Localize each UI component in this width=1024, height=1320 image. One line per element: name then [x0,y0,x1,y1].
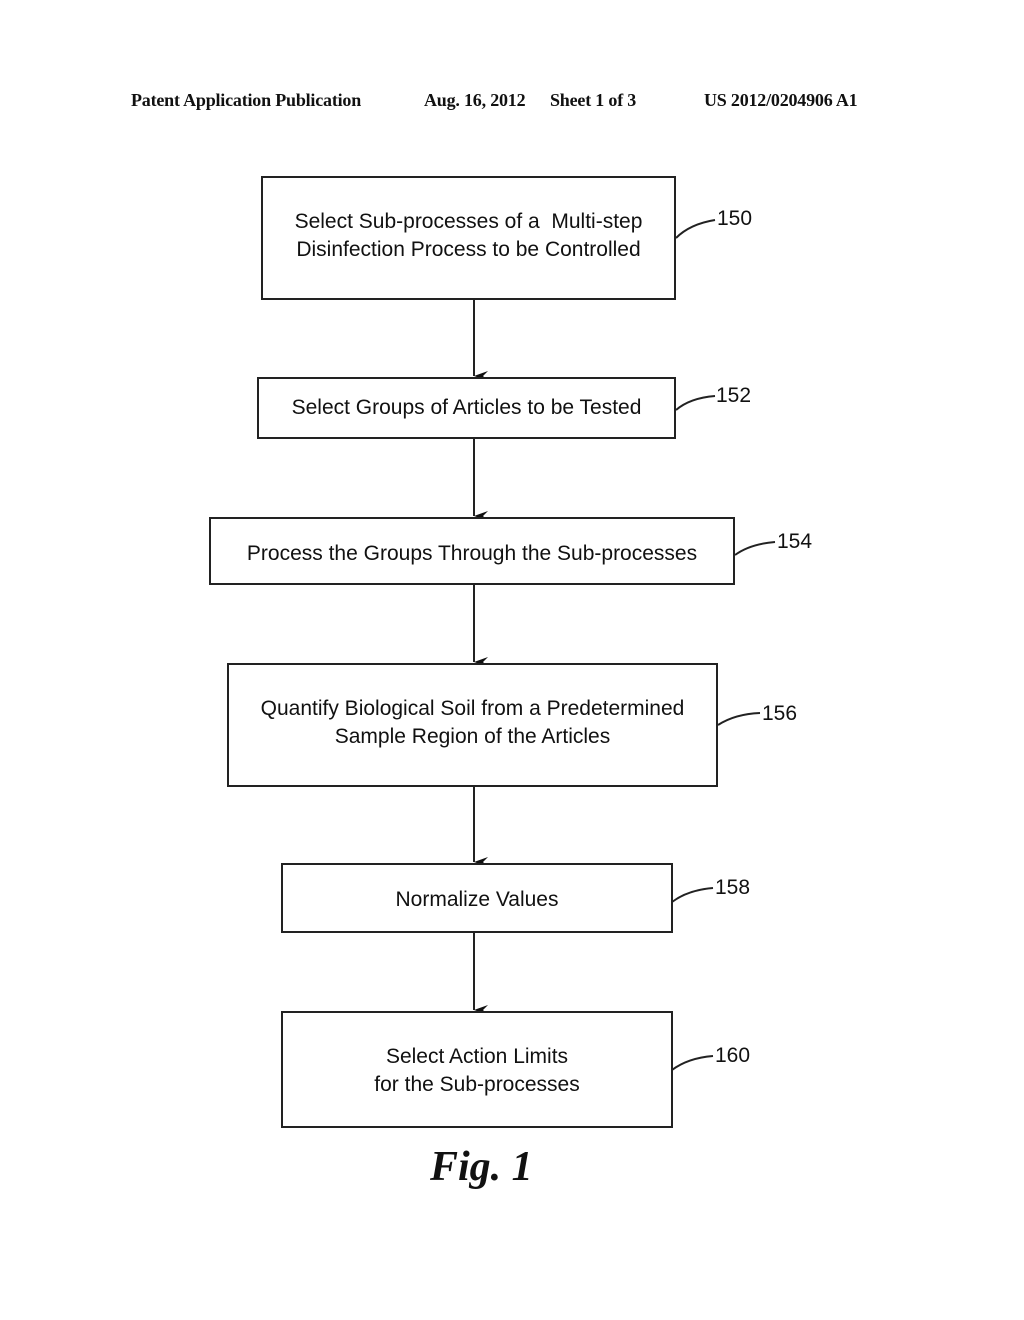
step-160-box: Select Action Limits for the Sub-process… [281,1011,673,1128]
step-154-ref: 154 [777,530,813,553]
step-158-text: Normalize Values [395,888,559,911]
leader-150 [675,219,716,239]
leader-158 [671,887,714,903]
leader-156 [717,712,761,726]
step-160-text: Select Action Limits for the Sub-process… [374,1045,580,1096]
step-156-ref: 156 [762,702,798,725]
step-150-box: Select Sub-processes of a Multi-step Dis… [261,176,676,300]
figure-label: Fig. 1 [430,1144,533,1190]
step-152-box: Select Groups of Articles to be Tested [257,377,676,439]
leader-160 [671,1055,714,1071]
step-156-box: Quantify Biological Soil from a Predeter… [227,663,718,787]
leader-152 [675,395,716,411]
step-158-ref: 158 [715,876,751,899]
step-158-box: Normalize Values [281,863,673,933]
step-154-text: Process the Groups Through the Sub-proce… [246,542,698,565]
step-152-text: Select Groups of Articles to be Tested [291,396,642,419]
step-154-box: Process the Groups Through the Sub-proce… [209,517,735,585]
step-150-text: Select Sub-processes of a Multi-step Dis… [294,210,643,261]
step-156-text: Quantify Biological Soil from a Predeter… [260,697,685,748]
leader-154 [734,541,776,556]
step-160-ref: 160 [715,1044,751,1067]
step-150-ref: 150 [717,207,753,230]
step-152-ref: 152 [716,384,752,407]
